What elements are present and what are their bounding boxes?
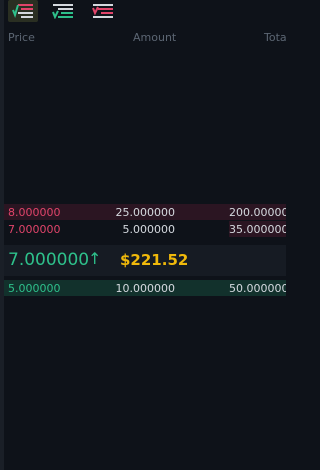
ask-price: 7.000000 [8, 223, 61, 236]
ask-amount: 25.000000 [115, 206, 176, 219]
order-book-panel: Price Amount Total 8.000000 25.000000 20… [0, 0, 286, 470]
ask-total: 35.000000 [229, 223, 286, 236]
bid-total: 50.000000 [229, 282, 286, 295]
usd-value: $221.52 [120, 251, 189, 269]
header-amount: Amount [133, 31, 177, 44]
view-both-button[interactable] [8, 0, 38, 22]
orderbook-buy-icon [52, 4, 73, 19]
ask-row[interactable]: 8.000000 25.000000 200.000000 [4, 204, 286, 220]
view-buy-button[interactable] [48, 0, 78, 22]
bid-price: 5.000000 [8, 282, 61, 295]
ask-price: 8.000000 [8, 206, 61, 219]
orderbook-sell-icon [92, 4, 113, 18]
orderbook-both-icon [12, 4, 33, 19]
header-total: Total [264, 31, 286, 44]
column-header: Price Amount Total [0, 29, 286, 45]
last-price: 7.000000 [8, 250, 90, 270]
arrow-up-icon: ↑ [88, 249, 102, 268]
header-price: Price [8, 31, 35, 44]
ask-total: 200.000000 [229, 206, 286, 219]
view-sell-button[interactable] [88, 0, 118, 22]
ask-amount: 5.000000 [122, 223, 176, 236]
ask-row[interactable]: 7.000000 5.000000 35.000000 [4, 221, 286, 237]
bid-row[interactable]: 5.000000 10.000000 50.000000 [4, 280, 286, 296]
last-price-bar: 7.000000 ↑ $221.52 [4, 245, 286, 276]
view-toggle-toolbar [8, 0, 118, 22]
bid-amount: 10.000000 [115, 282, 176, 295]
